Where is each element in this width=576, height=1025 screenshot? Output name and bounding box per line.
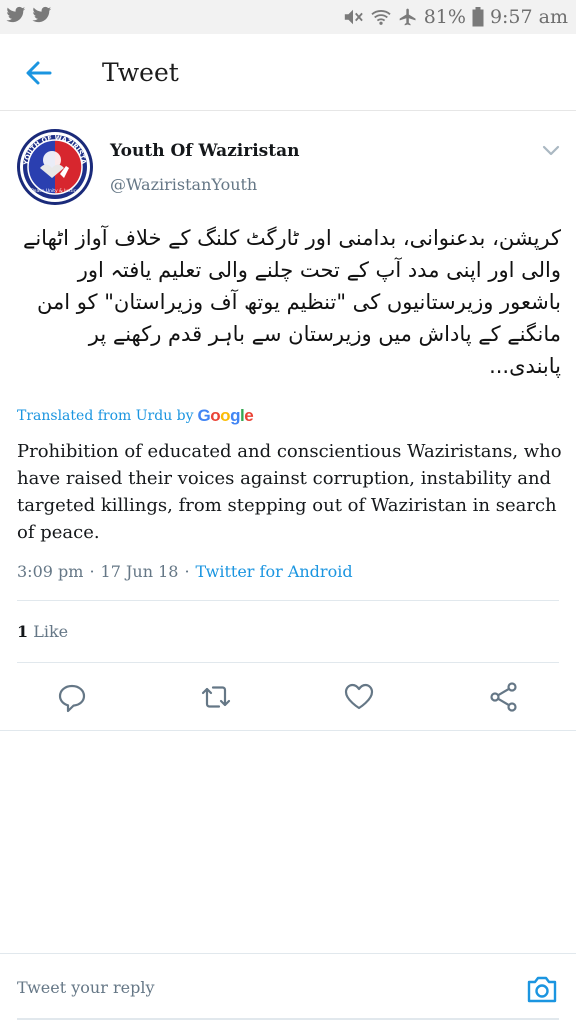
tweet-options-button[interactable]: [542, 143, 560, 157]
tweet-meta: 3:09 pm · 17 Jun 18 · Twitter for Androi…: [17, 562, 353, 581]
meta-separator: ·: [89, 562, 95, 581]
notification-icons: [6, 6, 52, 24]
reply-button[interactable]: [55, 680, 89, 714]
author-handle[interactable]: @WaziristanYouth: [110, 175, 257, 194]
tweet-actions: [0, 680, 576, 716]
divider: [17, 662, 559, 663]
reply-bar: [0, 953, 576, 1025]
battery-icon: [472, 7, 484, 27]
retweet-icon: [201, 686, 231, 708]
avatar[interactable]: YOUTH OF WAZIRISTAN Peace Unity & Justic…: [16, 128, 94, 206]
app-bar: Tweet: [0, 34, 576, 111]
translated-attribution[interactable]: Translated from Urdu by Google: [17, 406, 254, 426]
avatar-motto: Peace Unity & Justice: [31, 188, 79, 194]
like-count-label: Like: [33, 622, 69, 641]
meta-separator: ·: [184, 562, 190, 581]
page-title: Tweet: [102, 58, 179, 87]
divider: [0, 730, 576, 731]
camera-button[interactable]: [526, 974, 558, 1004]
airplane-icon: [398, 7, 418, 27]
like-button[interactable]: [342, 680, 376, 714]
twitter-icon: [32, 6, 52, 24]
reply-input[interactable]: [17, 978, 497, 997]
tweet-text-translation: Prohibition of educated and conscientiou…: [17, 441, 562, 543]
share-icon: [490, 682, 517, 712]
reply-underline: [17, 1018, 559, 1020]
back-button[interactable]: [24, 58, 54, 88]
translated-label: Translated from Urdu by: [17, 408, 194, 424]
system-icons: 81% 9:57 am: [342, 6, 568, 28]
reply-icon: [58, 684, 86, 713]
camera-icon: [527, 976, 557, 1003]
battery-percent: 81%: [423, 6, 466, 28]
tweet-source-link[interactable]: Twitter for Android: [196, 562, 353, 581]
heart-icon: [344, 683, 374, 710]
like-count-value: 1: [17, 622, 29, 641]
clock: 9:57 am: [489, 6, 568, 28]
share-button[interactable]: [487, 680, 521, 714]
retweet-button[interactable]: [199, 680, 233, 714]
google-logo: Google: [197, 406, 254, 425]
twitter-icon: [6, 6, 26, 24]
mute-icon: [342, 7, 364, 27]
tweet-text-original: کرپشن، بدعنوانی، بدامنی اور ٹارگٹ کلنگ ک…: [23, 226, 561, 378]
tweet-date: 17 Jun 18: [100, 562, 179, 581]
likes-count[interactable]: 1 Like: [17, 622, 68, 641]
author-name[interactable]: Youth Of Waziristan: [110, 141, 299, 161]
tweet-time: 3:09 pm: [17, 562, 84, 581]
divider: [17, 600, 559, 601]
wifi-icon: [370, 8, 392, 26]
arrow-left-icon: [26, 61, 52, 85]
chevron-down-icon: [542, 145, 560, 156]
status-bar: 81% 9:57 am: [0, 0, 576, 34]
